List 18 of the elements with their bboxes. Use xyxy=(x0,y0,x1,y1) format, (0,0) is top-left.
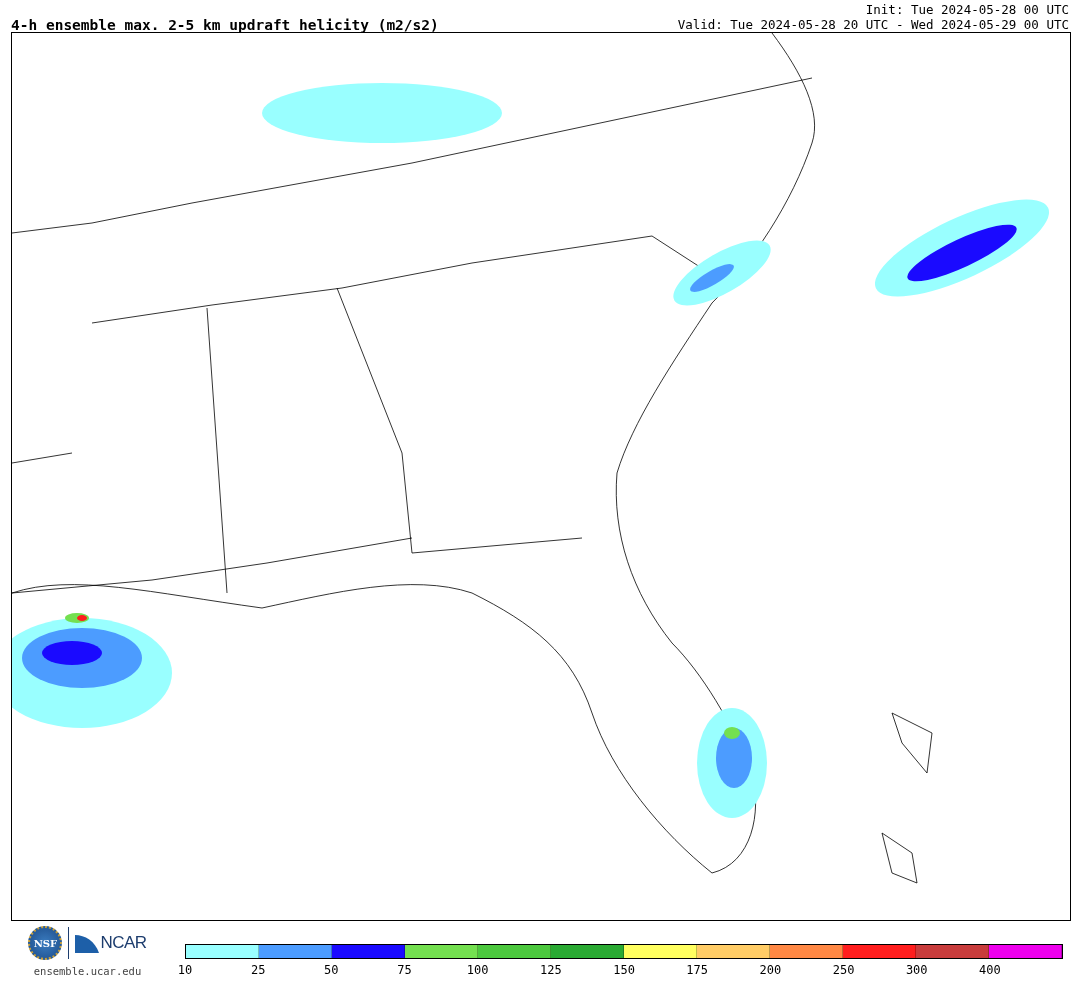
scale-label: 100 xyxy=(466,963,489,977)
valid-time: Valid: Tue 2024-05-28 20 UTC - Wed 2024-05-29 00 UTC xyxy=(677,17,1069,32)
scale-label: 175 xyxy=(686,963,709,977)
scale-label: 125 xyxy=(540,963,562,977)
scale-label: 250 xyxy=(832,963,855,977)
init-time: Init: Tue 2024-05-28 00 UTC xyxy=(865,2,1069,17)
scale-label: 75 xyxy=(397,963,412,977)
site-link[interactable]: ensemble.ucar.edu xyxy=(33,965,142,977)
scale-label: 25 xyxy=(250,963,266,977)
ncar-logo: NCAR xyxy=(75,933,147,953)
scale-label: 10 xyxy=(177,963,193,977)
scale-label: 200 xyxy=(759,963,782,977)
scale-label: 400 xyxy=(979,963,1001,977)
scale-label: 50 xyxy=(324,963,339,977)
scale-label: 300 xyxy=(905,963,928,977)
nsf-logo: NSF xyxy=(28,926,63,960)
chart-title: 4-h ensemble max. 2-5 km updraft helicity (m2/s2) xyxy=(11,16,439,34)
scale-label: 150 xyxy=(613,963,635,977)
